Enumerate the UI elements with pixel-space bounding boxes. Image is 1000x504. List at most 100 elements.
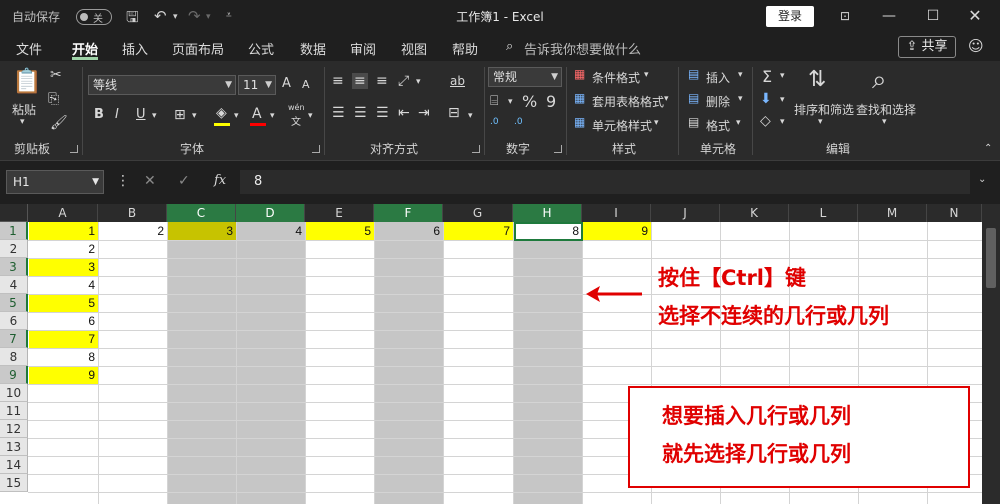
- scrollbar-thumb[interactable]: [986, 228, 996, 288]
- bold-button[interactable]: B: [94, 107, 104, 122]
- fill-dropdown-icon[interactable]: ▾: [780, 95, 785, 105]
- column-header-I[interactable]: I: [582, 204, 651, 222]
- fill-color-dropdown-icon[interactable]: ▾: [234, 111, 239, 121]
- sort-filter-button[interactable]: 排序和筛选: [794, 101, 854, 118]
- row-header-8[interactable]: 8: [0, 348, 28, 366]
- maximize-icon[interactable]: ☐: [920, 6, 946, 26]
- merge-dropdown-icon[interactable]: ▾: [468, 111, 473, 121]
- autosave-toggle[interactable]: 关: [76, 9, 112, 25]
- shrink-font-button[interactable]: A: [302, 78, 310, 91]
- font-color-dropdown-icon[interactable]: ▾: [270, 111, 275, 121]
- paste-dropdown-icon[interactable]: ▾: [20, 117, 25, 127]
- row-header-14[interactable]: 14: [0, 456, 28, 474]
- ribbon-display-icon[interactable]: ⊡: [832, 6, 858, 26]
- vertical-scrollbar[interactable]: [982, 204, 1000, 504]
- cell-A6[interactable]: 6: [29, 312, 98, 330]
- comma-button[interactable]: 9: [546, 92, 556, 111]
- row-header-7[interactable]: 7: [0, 330, 28, 348]
- alignment-launcher-icon[interactable]: [472, 145, 480, 153]
- row-header-10[interactable]: 10: [0, 384, 28, 402]
- fill-color-icon[interactable]: ◈: [216, 105, 227, 121]
- collapse-ribbon-icon[interactable]: ⌃: [984, 143, 992, 154]
- clear-dropdown-icon[interactable]: ▾: [780, 117, 785, 127]
- row-header-13[interactable]: 13: [0, 438, 28, 456]
- row-header-1[interactable]: 1: [0, 222, 28, 240]
- cell-A1[interactable]: 1: [29, 222, 98, 240]
- row-header-5[interactable]: 5: [0, 294, 28, 312]
- undo-dropdown-icon[interactable]: ▾: [173, 12, 178, 22]
- cell-styles-button[interactable]: 单元格样式: [592, 117, 652, 134]
- confirm-entry-icon[interactable]: ✓: [178, 173, 190, 189]
- more-options-icon[interactable]: ⋮: [116, 173, 130, 189]
- grow-font-button[interactable]: A: [282, 76, 291, 91]
- align-top-icon[interactable]: ≡: [332, 73, 344, 89]
- delete-cells-button[interactable]: 删除: [706, 93, 730, 110]
- column-header-C[interactable]: C: [167, 204, 236, 222]
- paste-label[interactable]: 粘贴: [12, 101, 36, 118]
- column-header-H[interactable]: H: [513, 204, 582, 222]
- row-header-6[interactable]: 6: [0, 312, 28, 330]
- column-header-F[interactable]: F: [374, 204, 443, 222]
- redo-icon[interactable]: ↷: [188, 7, 201, 25]
- format-as-table-button[interactable]: 套用表格格式: [592, 93, 664, 110]
- font-size-combo[interactable]: 11 ▼: [238, 75, 276, 95]
- share-button[interactable]: ⇪ 共享: [898, 36, 956, 58]
- cell-B1[interactable]: 2: [98, 222, 167, 240]
- row-header-12[interactable]: 12: [0, 420, 28, 438]
- tab-formulas[interactable]: 公式: [248, 39, 274, 58]
- align-right-icon[interactable]: ☰: [376, 105, 389, 121]
- expand-formula-bar-icon[interactable]: ⌄: [978, 174, 986, 185]
- format-painter-icon[interactable]: 🖌: [50, 115, 68, 131]
- cell-H1[interactable]: 8: [513, 222, 582, 240]
- column-header-N[interactable]: N: [927, 204, 982, 222]
- close-icon[interactable]: ✕: [962, 6, 988, 26]
- minimize-icon[interactable]: —: [876, 6, 902, 26]
- redo-dropdown-icon[interactable]: ▾: [206, 12, 211, 22]
- cell-F1[interactable]: 6: [374, 222, 443, 240]
- phonetic-char[interactable]: 文: [291, 113, 301, 128]
- paste-icon[interactable]: 📋: [12, 67, 42, 95]
- decrease-decimal-button[interactable]: .0: [514, 117, 523, 127]
- borders-dropdown-icon[interactable]: ▾: [192, 111, 197, 121]
- cell-A8[interactable]: 8: [29, 348, 98, 366]
- copy-icon[interactable]: ⎘: [48, 91, 59, 107]
- column-header-L[interactable]: L: [789, 204, 858, 222]
- cell-A2[interactable]: 2: [29, 240, 98, 258]
- number-launcher-icon[interactable]: [554, 145, 562, 153]
- font-color-button[interactable]: A: [252, 106, 262, 122]
- italic-button[interactable]: I: [115, 107, 119, 122]
- cell-A3[interactable]: 3: [29, 258, 98, 276]
- tab-file[interactable]: 文件: [16, 39, 42, 58]
- formula-input[interactable]: 8: [240, 170, 970, 194]
- insert-cells-button[interactable]: 插入: [706, 69, 730, 86]
- autosum-dropdown-icon[interactable]: ▾: [780, 71, 785, 81]
- tab-data[interactable]: 数据: [300, 39, 326, 58]
- name-box[interactable]: H1 ▼: [6, 170, 104, 194]
- row-header-15[interactable]: 15: [0, 474, 28, 492]
- save-icon[interactable]: 🖫: [126, 7, 139, 32]
- fill-icon[interactable]: ⬇: [760, 91, 772, 107]
- column-header-M[interactable]: M: [858, 204, 927, 222]
- column-header-D[interactable]: D: [236, 204, 305, 222]
- cell-A7[interactable]: 7: [29, 330, 98, 348]
- cell-A9[interactable]: 9: [29, 366, 98, 384]
- wrap-text-button[interactable]: ab: [450, 74, 465, 88]
- percent-button[interactable]: %: [522, 92, 537, 111]
- align-center-icon[interactable]: ☰: [354, 105, 367, 121]
- increase-indent-icon[interactable]: ⇥: [418, 105, 430, 121]
- row-header-9[interactable]: 9: [0, 366, 28, 384]
- cut-icon[interactable]: ✂: [50, 67, 62, 83]
- worksheet-grid[interactable]: A B C D E F G H I J K L M N 1 2 3 4 5 6 …: [0, 204, 1000, 504]
- orientation-dropdown-icon[interactable]: ▾: [416, 77, 421, 87]
- accounting-format-icon[interactable]: ⌸: [490, 93, 498, 109]
- customize-qat-icon[interactable]: ⩡: [226, 10, 232, 21]
- column-header-B[interactable]: B: [98, 204, 167, 222]
- login-button[interactable]: 登录: [766, 6, 814, 27]
- tab-home[interactable]: 开始: [72, 39, 98, 58]
- align-left-icon[interactable]: ☰: [332, 105, 345, 121]
- merge-center-icon[interactable]: ⊟: [448, 105, 460, 121]
- phonetic-label[interactable]: wén: [288, 103, 305, 112]
- cell-G1[interactable]: 7: [443, 222, 513, 240]
- find-select-button[interactable]: 查找和选择: [856, 101, 916, 118]
- increase-decimal-button[interactable]: .0: [490, 117, 499, 127]
